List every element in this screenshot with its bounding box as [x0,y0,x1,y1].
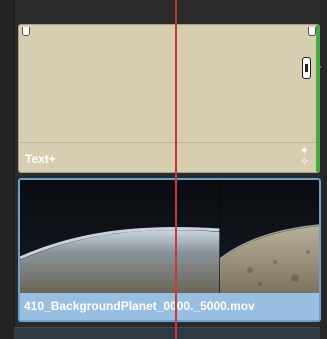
video-clip-label: 410_BackgroundPlanet_0000._5000.mov [24,299,255,313]
clip-edge-indicator [316,25,320,172]
audio-track-strip[interactable] [14,327,320,339]
clip-divider [19,142,319,143]
clip-end-marker-icon[interactable] [308,27,316,36]
text-plus-clip-label: Text+ [25,152,56,166]
timeline-right-gutter [320,0,327,339]
video-clip-label-bar: 410_BackgroundPlanet_0000._5000.mov [20,293,319,320]
track-header-edge [0,0,15,339]
playhead[interactable] [175,0,177,339]
video-clip[interactable]: 410_BackgroundPlanet_0000._5000.mov [18,178,321,322]
clip-trim-handle-icon[interactable] [302,57,311,79]
sparkle-icon: ✦ ✧ [299,145,309,168]
video-thumbnail [20,180,319,293]
planet-thumbnail-image [20,180,319,293]
text-plus-clip[interactable]: Text+ ✦ ✧ [18,24,321,173]
timeline[interactable]: Text+ ✦ ✧ 410_BackgroundPlanet_0000._500… [0,0,327,339]
clip-start-marker-icon[interactable] [22,27,30,36]
